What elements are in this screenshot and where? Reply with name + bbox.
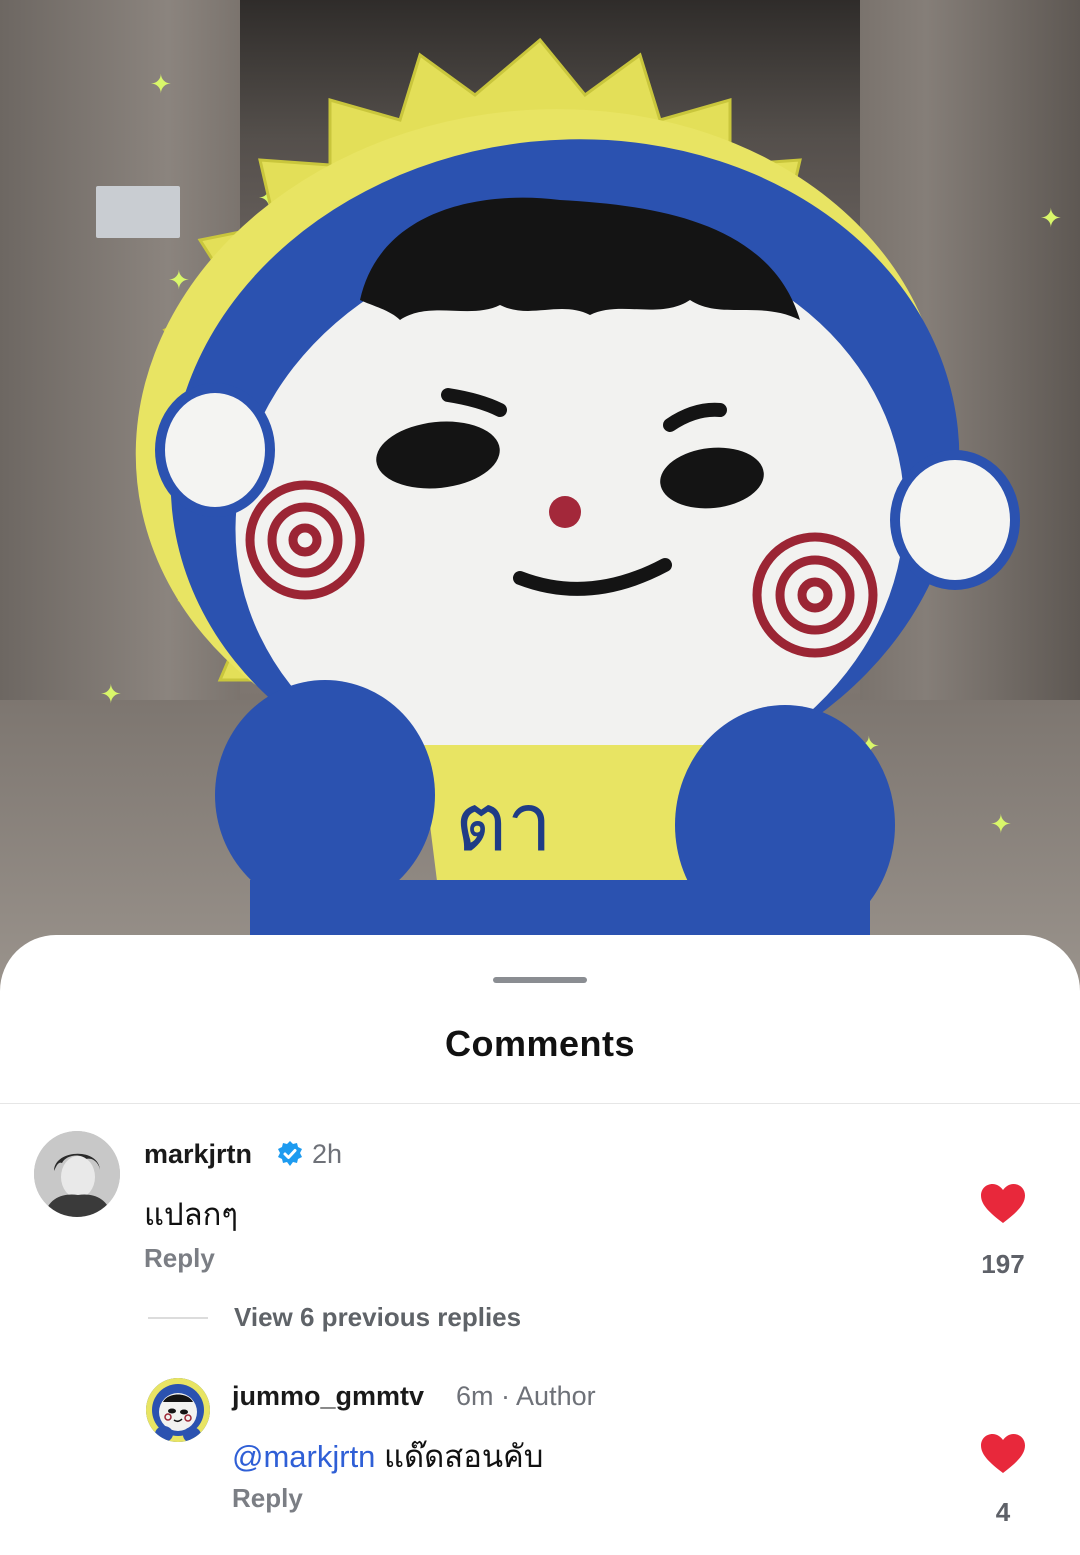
- heart-icon[interactable]: [980, 1433, 1026, 1475]
- divider: [0, 1103, 1080, 1104]
- reply-button[interactable]: Reply: [232, 1483, 303, 1514]
- verified-badge-icon: [278, 1141, 302, 1166]
- comment-timestamp: 2h: [312, 1139, 343, 1169]
- mascot-avatar-icon: [146, 1378, 210, 1442]
- sheet-title: Comments: [444, 1023, 636, 1064]
- reply-button[interactable]: Reply: [144, 1243, 215, 1274]
- profile-photo-icon: [34, 1131, 120, 1217]
- avatar-markjrtn[interactable]: [34, 1131, 120, 1217]
- like-count: 197: [981, 1249, 1025, 1279]
- shirt-label: ตา: [455, 776, 552, 869]
- mention-link[interactable]: @markjrtn: [232, 1439, 375, 1474]
- heart-icon[interactable]: [980, 1183, 1026, 1225]
- view-previous-replies-button[interactable]: View 6 previous replies: [234, 1302, 521, 1333]
- comment-username[interactable]: markjrtn: [144, 1139, 252, 1170]
- replies-connector-line: [148, 1317, 208, 1319]
- reply-time: 6m: [456, 1381, 494, 1411]
- comments-sheet: Comments markjrtn 2h แปลกๆ Reply 197 Vie…: [0, 935, 1080, 1555]
- reply-body: แด๊ดสอนคับ: [384, 1439, 544, 1474]
- comment-text: แปลกๆ: [144, 1197, 239, 1232]
- mascot-illustration: ตา: [135, 37, 1020, 1000]
- reply-text: @markjrtn แด๊ดสอนคับ: [232, 1431, 543, 1481]
- video-frame[interactable]: ✦ ✦ ✦ ✦ ✦ ✦ ✦ ✦: [0, 0, 1080, 1000]
- author-badge: Author: [516, 1381, 596, 1411]
- like-count: 4: [995, 1497, 1011, 1527]
- reply-username[interactable]: jummo_gmmtv: [232, 1381, 424, 1412]
- avatar-jummo-gmmtv[interactable]: [146, 1378, 210, 1442]
- reply-timestamp: 6m · Author: [456, 1381, 596, 1412]
- sheet-drag-handle[interactable]: [493, 977, 587, 983]
- meta-separator: ·: [501, 1381, 511, 1411]
